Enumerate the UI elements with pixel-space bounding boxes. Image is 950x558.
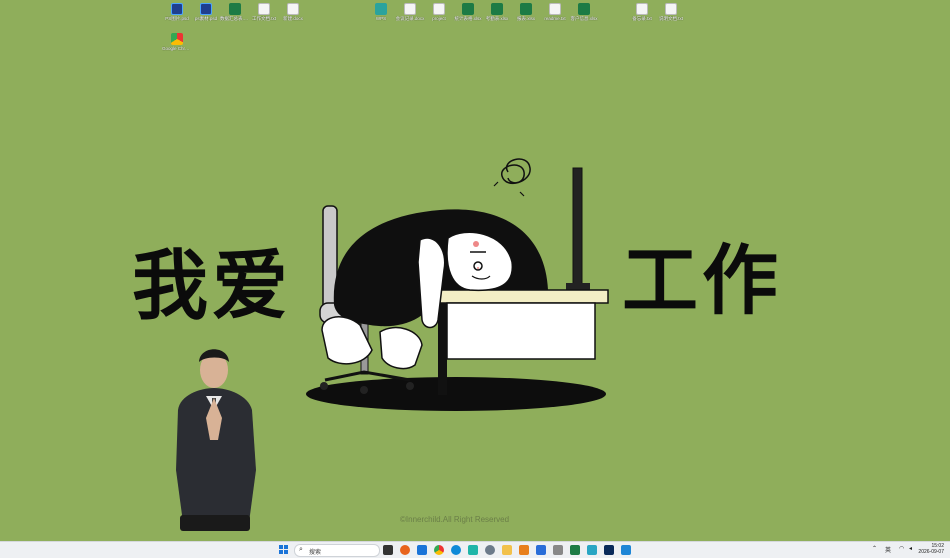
app-cyan-icon[interactable] — [587, 545, 597, 555]
firefox-icon[interactable] — [400, 545, 410, 555]
tray-chevron-up-icon[interactable]: ⌃ — [872, 545, 877, 552]
app-orange-icon[interactable] — [519, 545, 529, 555]
windows-start-icon[interactable] — [279, 545, 289, 555]
wifi-icon[interactable]: ◠ — [899, 545, 904, 552]
clock-date: 2026-09-07 — [918, 549, 944, 555]
chrome-icon[interactable] — [434, 545, 444, 555]
ime-indicator[interactable]: 英 — [885, 545, 891, 554]
search-placeholder: 搜索 — [309, 550, 322, 556]
volume-icon[interactable]: ◂ — [909, 545, 912, 552]
edge-icon[interactable] — [451, 545, 461, 555]
wallpaper-illustration — [176, 158, 609, 531]
file-explorer-icon[interactable] — [502, 545, 512, 555]
search-icon: ⌕ — [299, 546, 303, 553]
taskbar: ⌕ 搜索 ⌃ 英 ◠ ◂ 15:02 2026-09-07 — [0, 541, 950, 558]
settings-app-icon[interactable] — [485, 545, 495, 555]
app-teal-icon[interactable] — [468, 545, 478, 555]
app-blue-icon[interactable] — [417, 545, 427, 555]
taskbar-search-input[interactable]: ⌕ 搜索 — [294, 544, 380, 557]
vscode-icon[interactable] — [621, 545, 631, 555]
wallpaper-copyright: ©Innerchild.All Right Reserved — [400, 515, 510, 524]
app-gray-icon[interactable] — [553, 545, 563, 555]
store-icon[interactable] — [536, 545, 546, 555]
desktop: PS图片.psd ps素材.psd 数据汇总表.xlsx 工作文档.txt 新建… — [0, 0, 950, 541]
photoshop-icon[interactable] — [604, 545, 614, 555]
excel-icon[interactable] — [570, 545, 580, 555]
taskbar-clock[interactable]: 15:02 2026-09-07 — [918, 543, 944, 555]
task-view-icon[interactable] — [383, 545, 393, 555]
